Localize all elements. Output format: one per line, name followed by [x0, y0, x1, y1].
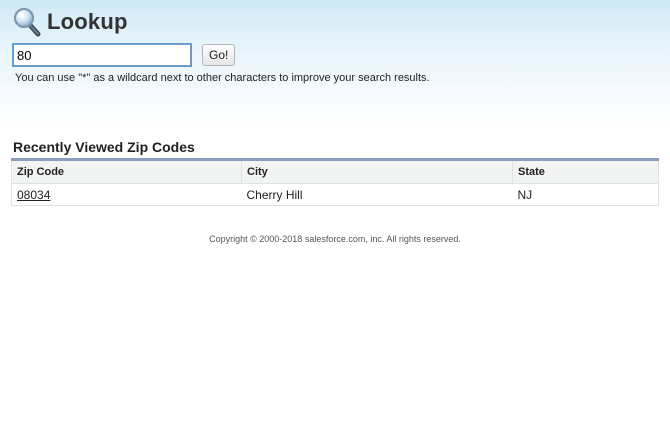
- column-header-state: State: [512, 159, 659, 184]
- page-header: Lookup: [12, 6, 128, 38]
- table-header-row: Zip Code City State: [11, 159, 659, 184]
- zip-link[interactable]: 08034: [17, 188, 50, 202]
- city-cell: Cherry Hill: [246, 187, 303, 202]
- search-hint: You can use "*" as a wildcard next to ot…: [15, 72, 430, 84]
- copyright-footer: Copyright © 2000-2018 salesforce.com, in…: [209, 234, 461, 244]
- zip-cell: 08034: [12, 184, 242, 206]
- page-title: Lookup: [47, 9, 128, 34]
- search-row: Go!: [12, 43, 236, 67]
- results-table: Zip Code City State 08034 Cherry Hill NJ: [11, 158, 659, 206]
- table-row: 08034 Cherry Hill NJ: [12, 184, 659, 206]
- column-header-zip: Zip Code: [11, 159, 242, 184]
- recently-viewed-title: Recently Viewed Zip Codes: [13, 139, 195, 155]
- go-button[interactable]: Go!: [202, 44, 236, 66]
- column-header-city: City: [241, 159, 513, 184]
- magnifier-icon: [12, 7, 42, 37]
- state-cell: NJ: [517, 187, 533, 202]
- search-input[interactable]: [12, 43, 192, 67]
